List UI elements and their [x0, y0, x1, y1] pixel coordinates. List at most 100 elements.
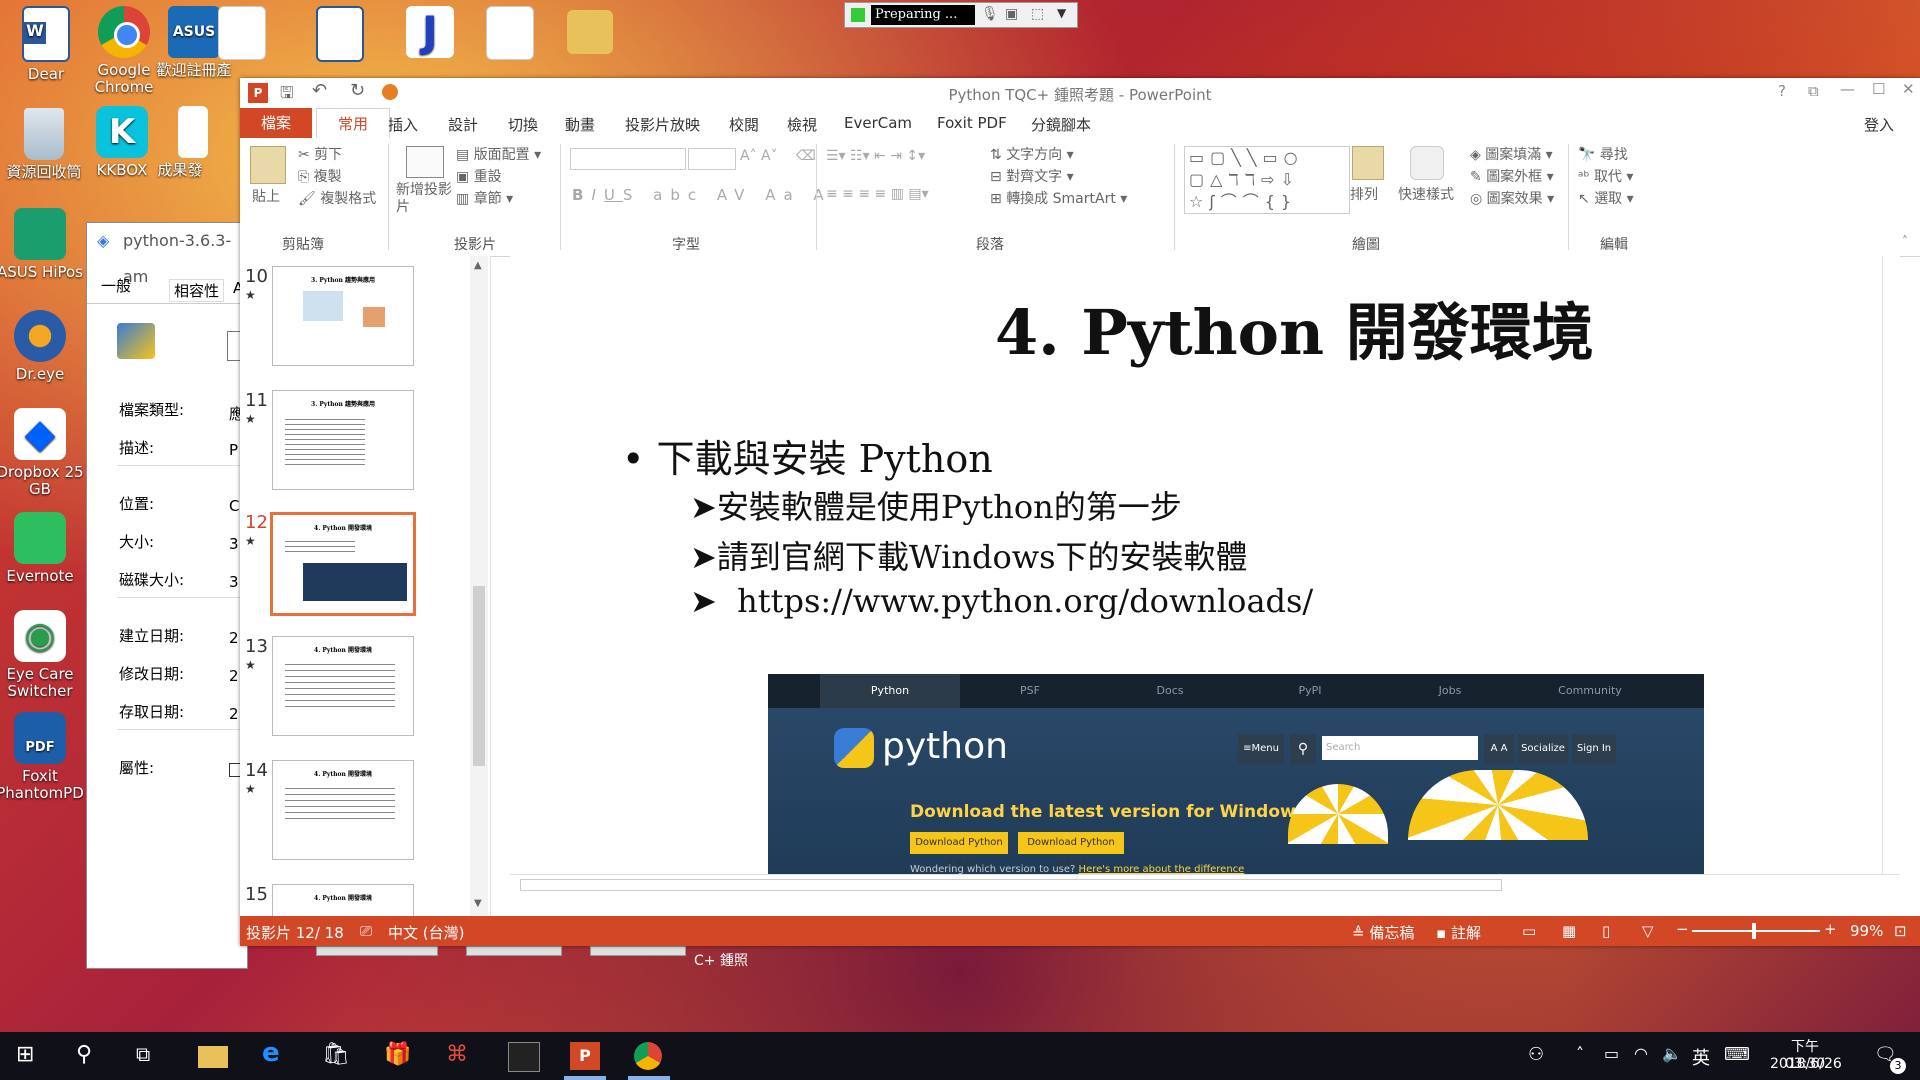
tab-file[interactable]: 檔案 [240, 108, 312, 138]
collapse-ribbon-icon[interactable]: ˄ [1902, 234, 1908, 248]
tab-design[interactable]: 設計 [448, 114, 478, 135]
paste-icon[interactable] [250, 146, 286, 184]
tab-review[interactable]: 校閱 [729, 114, 759, 135]
language-indicator[interactable]: 中文 (台灣) [388, 922, 464, 943]
chevron-up-icon[interactable]: ˄ [1576, 1044, 1584, 1063]
edge-icon[interactable]: e [262, 1038, 292, 1068]
clock-date[interactable]: 2018/6/26 [1770, 1056, 1842, 1072]
help-icon[interactable]: ? [1778, 82, 1786, 100]
slide-bullet[interactable]: • 下載與安裝 Python [622, 428, 993, 483]
desktop-icon-dropbox[interactable]: ◆ Dropbox 25 GB [0, 408, 84, 498]
slideshow-view-icon[interactable]: ▽ [1642, 922, 1654, 940]
scroll-down-icon[interactable]: ▼ [474, 898, 482, 909]
copy-button[interactable]: ⎘ 複製 [298, 166, 342, 186]
grow-font-icon[interactable]: A˄ A˅ [740, 148, 778, 164]
slide-subbullet[interactable]: ➤安裝軟體是使用Python的第一步 [690, 482, 1182, 528]
desktop-icon-foxit[interactable]: PDF Foxit PhantomPD [0, 712, 84, 802]
zoom-out-button[interactable]: − [1676, 920, 1689, 938]
quick-styles-button[interactable]: 快速樣式 [1398, 184, 1454, 204]
desktop-icon-j[interactable]: J [400, 6, 460, 62]
new-slide-button[interactable]: 新增投影片 [396, 182, 452, 216]
layout-button[interactable]: ▤ 版面配置 ▾ [456, 144, 541, 164]
store-icon[interactable]: 🛍 [322, 1042, 352, 1070]
tab-slideshow[interactable]: 投影片放映 [625, 114, 700, 135]
powerpoint-taskbar-icon[interactable]: P [570, 1042, 600, 1070]
tab-storyboard[interactable]: 分鏡腳本 [1031, 114, 1091, 135]
people-icon[interactable]: ⚇ [1528, 1044, 1544, 1065]
slide-subbullet-link[interactable]: ➤ https://www.python.org/downloads/ [690, 582, 1313, 620]
file-explorer-icon[interactable] [198, 1046, 228, 1068]
fit-slide-icon[interactable]: ⊡ [1894, 922, 1907, 940]
tab-evercam[interactable]: EverCam [844, 114, 912, 132]
microphone-icon[interactable]: 🎙 [981, 6, 999, 22]
desktop-icon-recycle[interactable]: 資源回收筒 [0, 108, 88, 181]
chevron-down-icon[interactable]: ▼ [1057, 6, 1066, 20]
dialog-button-partial[interactable] [316, 946, 438, 956]
format-painter-button[interactable]: 🖌 複製格式 [298, 188, 376, 208]
slide-thumbnail[interactable]: 4. Python 開發環境 [272, 636, 414, 736]
tab-transitions[interactable]: 切換 [508, 114, 538, 135]
desktop-icon-evernote[interactable]: Evernote [0, 512, 84, 585]
reading-view-icon[interactable]: ▯ [1602, 922, 1610, 940]
acrobat-icon[interactable]: ⌘ [446, 1042, 476, 1070]
keyboard-layout-icon[interactable]: ⌨ [1724, 1044, 1750, 1065]
desktop-icon-doc2[interactable] [212, 6, 272, 64]
align-text-button[interactable]: ⊟ 對齊文字 ▾ [990, 166, 1074, 186]
slide-thumbnail[interactable]: 3. Python 趨勢與應用 [272, 266, 414, 366]
font-name-dropdown[interactable] [570, 148, 686, 170]
text-direction-button[interactable]: ⇅ 文字方向 ▾ [990, 144, 1074, 164]
slide-horizontal-scrollbar[interactable] [510, 874, 1900, 892]
slide-thumbnail[interactable]: 4. Python 開發環境 [272, 884, 414, 916]
battery-icon[interactable]: ▭ [1604, 1044, 1619, 1063]
tab-foxit-pdf[interactable]: Foxit PDF [937, 114, 1007, 132]
tab-insert[interactable]: 插入 [388, 114, 418, 135]
font-style-buttons[interactable]: BIUS abc AV Aa A [572, 186, 832, 204]
sorter-view-icon[interactable]: ▦ [1562, 922, 1576, 940]
zoom-level[interactable]: 99% [1850, 922, 1883, 940]
desktop-icon-folder[interactable] [560, 10, 620, 58]
tab-general[interactable]: 一般 [101, 275, 131, 296]
scrollbar-thumb[interactable] [473, 586, 485, 766]
arrange-icon[interactable] [1352, 146, 1384, 180]
close-button[interactable]: ✕ [1902, 80, 1915, 98]
find-button[interactable]: 🔭 尋找 [1578, 144, 1628, 164]
alignment-icons[interactable]: ≡ ≡ ≡ ≡ ▥ ▤▾ [826, 186, 929, 202]
bullets-icon[interactable]: ☰▾ ☷▾ ⇤ ⇥ ↕▾ [826, 148, 925, 164]
dialog-button-partial[interactable] [466, 946, 562, 956]
dialog-button-partial[interactable] [590, 946, 686, 956]
desktop-icon-word2[interactable] [310, 6, 370, 66]
signin-link[interactable]: 登入 [1864, 114, 1894, 135]
slide-subbullet[interactable]: ➤請到官網下載Windows下的安裝軟體 [690, 532, 1248, 578]
tab-view[interactable]: 檢視 [787, 114, 817, 135]
slide-canvas[interactable]: 4. Python 開發環境 • 下載與安裝 Python ➤安裝軟體是使用Py… [510, 256, 1900, 892]
ribbon-display-icon[interactable]: ⧉ [1808, 82, 1819, 100]
quick-styles-icon[interactable] [1410, 146, 1444, 180]
python-website-screenshot[interactable]: Python PSF Docs PyPI Jobs Community pyth… [768, 674, 1704, 892]
shape-effects-button[interactable]: ◎ 圖案效果 ▾ [1470, 188, 1554, 208]
notes-button[interactable]: ≜ 備忘稿 [1352, 922, 1414, 943]
section-button[interactable]: ▥ 章節 ▾ [456, 188, 513, 208]
normal-view-icon[interactable]: ▭ [1522, 922, 1536, 940]
reset-button[interactable]: ▣ 重設 [456, 166, 502, 186]
spellcheck-icon[interactable]: ⎚ [360, 922, 372, 940]
comments-button[interactable]: ▪ 註解 [1436, 922, 1481, 943]
slide-thumbnail-selected[interactable]: 4. Python 開發環境 [270, 512, 416, 616]
new-slide-icon[interactable] [406, 146, 444, 178]
task-view-icon[interactable]: ⧉ [136, 1042, 166, 1070]
arrange-button[interactable]: 排列 [1350, 184, 1378, 204]
volume-icon[interactable]: 🔈 [1662, 1044, 1682, 1063]
scroll-up-icon[interactable]: ▲ [474, 260, 482, 271]
minimize-button[interactable]: — [1840, 80, 1855, 98]
wifi-icon[interactable]: ◠ [1634, 1044, 1648, 1063]
slide-thumbnail[interactable]: 3. Python 趨勢與應用 [272, 390, 414, 490]
select-button[interactable]: ↖ 選取 ▾ [1578, 188, 1634, 208]
tab-animations[interactable]: 動畫 [565, 114, 595, 135]
desktop-icon-doc3[interactable] [480, 6, 540, 64]
desktop-icon-results[interactable]: 成果發 [150, 106, 210, 179]
cut-button[interactable]: ✂ 剪下 [298, 144, 342, 164]
tab-compatibility[interactable]: 相容性 [169, 279, 225, 302]
desktop-icon-dear[interactable]: W Dear [2, 6, 90, 83]
terminal-icon[interactable] [508, 1042, 540, 1072]
gift-icon[interactable]: 🎁 [384, 1042, 414, 1070]
shapes-gallery[interactable]: ▭▢╲╲▭○ ▢△ℸℸ⇨⇩ ☆ʃ⌒⌒{} [1184, 146, 1350, 214]
